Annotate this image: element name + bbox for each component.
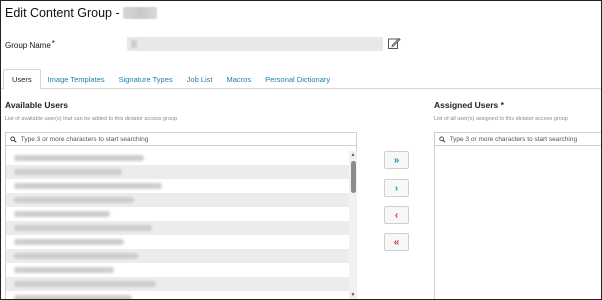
required-mark: * (51, 39, 55, 48)
redacted-user-name (14, 267, 114, 273)
redacted-user-name (14, 225, 152, 231)
list-item[interactable] (6, 179, 350, 193)
available-users-scrollbar[interactable]: ▲ ▼ (349, 151, 357, 299)
search-icon (439, 136, 446, 143)
redacted-user-name (14, 295, 132, 299)
redacted-user-name (14, 281, 156, 287)
assigned-users-search[interactable] (434, 132, 601, 146)
list-item[interactable] (6, 277, 350, 291)
tab-macros[interactable]: Macros (220, 69, 259, 89)
redacted-user-name (14, 239, 124, 245)
redacted-user-name (14, 211, 110, 217)
group-name-label: Group Name* (5, 39, 55, 50)
available-users-search-input[interactable] (20, 135, 356, 143)
list-item[interactable] (6, 235, 350, 249)
list-item[interactable] (6, 221, 350, 235)
redacted-user-name (14, 197, 134, 203)
available-users-title: Available Users (5, 100, 68, 110)
page-header: Edit Content Group - (5, 4, 157, 22)
list-item[interactable] (6, 207, 350, 221)
list-item[interactable] (6, 151, 350, 165)
search-icon (10, 135, 17, 143)
redacted-user-name (14, 253, 138, 259)
assigned-users-title: Assigned Users * (434, 100, 504, 110)
available-users-subtitle: List of available user(s) that can be ad… (5, 116, 178, 122)
list-item[interactable] (6, 193, 350, 207)
list-item[interactable] (6, 291, 350, 299)
group-name-label-text: Group Name (5, 41, 51, 50)
redacted-user-name (14, 169, 122, 175)
group-name-input[interactable] (127, 37, 383, 51)
list-item[interactable] (6, 249, 350, 263)
tab-personal-dictionary[interactable]: Personal Dictionary (258, 69, 337, 89)
remove-selected-button[interactable]: ‹ (384, 206, 409, 224)
assigned-users-subtitle: List of all user(s) assigned to this dic… (434, 116, 568, 122)
list-item[interactable] (6, 165, 350, 179)
tab-image-templates[interactable]: Image Templates (41, 69, 112, 89)
page-title: Edit Content Group - (5, 6, 120, 20)
tab-signature-types[interactable]: Signature Types (112, 69, 180, 89)
tab-users[interactable]: Users (3, 69, 41, 90)
remove-all-button[interactable]: « (384, 233, 409, 251)
add-selected-button[interactable]: › (384, 179, 409, 197)
redacted-group-name (122, 7, 157, 19)
redacted-user-name (14, 183, 162, 189)
tab-job-list[interactable]: Job List (180, 69, 220, 89)
scroll-down-icon[interactable]: ▼ (350, 292, 356, 298)
redacted-value (131, 40, 137, 48)
tab-bar: Users Image Templates Signature Types Jo… (1, 69, 601, 90)
edit-icon[interactable] (387, 36, 401, 50)
scroll-thumb[interactable] (350, 161, 356, 193)
assigned-users-search-input[interactable] (449, 135, 601, 143)
redacted-user-name (14, 155, 144, 161)
available-users-search[interactable] (5, 132, 357, 146)
assigned-users-list (434, 146, 601, 299)
scroll-up-icon[interactable]: ▲ (350, 152, 356, 158)
edit-content-group-page: Edit Content Group - Group Name* Users I… (0, 0, 602, 300)
list-item[interactable] (6, 263, 350, 277)
add-all-button[interactable]: » (384, 151, 409, 169)
available-users-list (5, 146, 357, 299)
